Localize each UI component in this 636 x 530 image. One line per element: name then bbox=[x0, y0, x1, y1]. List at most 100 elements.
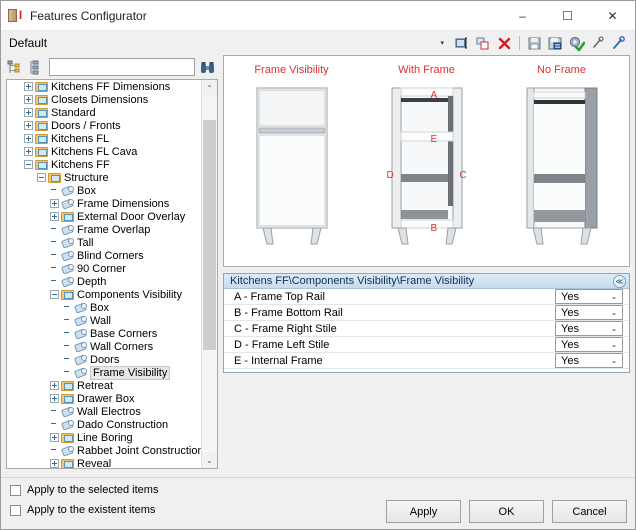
apply-selected-checkbox[interactable] bbox=[10, 484, 21, 496]
chevron-down-icon[interactable]: ⌄ bbox=[606, 324, 622, 333]
expand-icon[interactable] bbox=[50, 459, 59, 468]
tree-search-row bbox=[6, 55, 218, 79]
tree-item[interactable]: Drawer Box bbox=[7, 392, 201, 405]
property-value-dropdown[interactable]: Yes ⌄ bbox=[555, 337, 623, 352]
property-value-dropdown[interactable]: Yes ⌄ bbox=[555, 289, 623, 304]
tree-item[interactable]: Base Corners bbox=[7, 327, 201, 340]
tree-item[interactable]: External Door Overlay bbox=[7, 210, 201, 223]
scroll-up-button[interactable]: ⌃ bbox=[202, 80, 217, 96]
profile-dropdown-arrow[interactable]: ▾ bbox=[440, 39, 444, 47]
title-bar: I Features Configurator – ☐ ✕ bbox=[1, 1, 635, 31]
tree-item[interactable]: Frame Dimensions bbox=[7, 197, 201, 210]
diagram-callout-label: C bbox=[459, 170, 467, 181]
diagram-title: Frame Visibility bbox=[254, 64, 329, 76]
tree-item[interactable]: Kitchens FL bbox=[7, 132, 201, 145]
folder-icon bbox=[35, 107, 48, 118]
rename-node-icon[interactable] bbox=[454, 35, 471, 52]
tree-item[interactable]: Wall Electros bbox=[7, 405, 201, 418]
footer-bar: Apply to the selected items Apply to the… bbox=[1, 477, 635, 529]
collapse-icon[interactable] bbox=[50, 290, 59, 299]
tree-scrollbar[interactable]: ⌃ ⌄ bbox=[201, 80, 217, 468]
ok-button[interactable]: OK bbox=[469, 500, 544, 523]
tree-item[interactable]: Rabbet Joint Construction bbox=[7, 444, 201, 457]
expand-icon[interactable] bbox=[50, 199, 59, 208]
property-value-dropdown[interactable]: Yes ⌄ bbox=[555, 353, 623, 368]
tree-item[interactable]: Doors bbox=[7, 353, 201, 366]
tree-item[interactable]: Components Visibility bbox=[7, 288, 201, 301]
tree-item[interactable]: Frame Overlap bbox=[7, 223, 201, 236]
chevron-down-icon[interactable]: ⌄ bbox=[606, 308, 622, 317]
tree-item[interactable]: Retreat bbox=[7, 379, 201, 392]
diagram-callout-label: D bbox=[386, 170, 394, 181]
feature-tree[interactable]: Kitchens FF Dimensions Closets Dimensions… bbox=[6, 79, 218, 469]
collapse-group-button[interactable]: ≪ bbox=[613, 274, 626, 288]
feature-tag-icon bbox=[61, 419, 74, 430]
apply-selected-checkbox-row[interactable]: Apply to the selected items bbox=[10, 484, 158, 496]
expand-icon[interactable] bbox=[50, 381, 59, 390]
key-icon[interactable] bbox=[610, 35, 627, 52]
tree-item[interactable]: Blind Corners bbox=[7, 249, 201, 262]
tree-item[interactable]: Frame Visibility bbox=[7, 365, 201, 380]
tree-expander-spacer bbox=[50, 251, 59, 260]
chevron-down-icon[interactable]: ⌄ bbox=[606, 292, 622, 301]
property-value-dropdown[interactable]: Yes ⌄ bbox=[555, 305, 623, 320]
tree-item[interactable]: Reveal bbox=[7, 457, 201, 468]
tree-item[interactable]: Structure bbox=[7, 171, 201, 184]
chevron-down-icon[interactable]: ⌄ bbox=[606, 340, 622, 349]
delete-node-icon[interactable] bbox=[496, 35, 513, 52]
collapse-icon[interactable] bbox=[24, 160, 33, 169]
tree-item[interactable]: Box bbox=[7, 184, 201, 197]
collapse-tree-icon[interactable] bbox=[6, 59, 24, 76]
duplicate-node-icon[interactable] bbox=[475, 35, 492, 52]
tree-item[interactable]: Standard bbox=[7, 106, 201, 119]
expand-icon[interactable] bbox=[24, 147, 33, 156]
maximize-button[interactable]: ☐ bbox=[545, 1, 590, 31]
expand-icon[interactable] bbox=[50, 394, 59, 403]
tree-expander-spacer bbox=[50, 407, 59, 416]
tree-item[interactable]: 90 Corner bbox=[7, 262, 201, 275]
tree-expander-spacer bbox=[63, 316, 72, 325]
apply-existent-checkbox-row[interactable]: Apply to the existent items bbox=[10, 504, 155, 516]
scrollbar-thumb[interactable] bbox=[203, 120, 216, 350]
property-value-dropdown[interactable]: Yes ⌄ bbox=[555, 321, 623, 336]
tree-item[interactable]: Kitchens FL Cava bbox=[7, 145, 201, 158]
expand-icon[interactable] bbox=[50, 212, 59, 221]
tree-item[interactable]: Box bbox=[7, 301, 201, 314]
link-icon[interactable] bbox=[589, 35, 606, 52]
tree-item[interactable]: Depth bbox=[7, 275, 201, 288]
folder-icon bbox=[35, 81, 48, 92]
tree-item[interactable]: Closets Dimensions bbox=[7, 93, 201, 106]
collapse-icon[interactable] bbox=[37, 173, 46, 182]
tree-item[interactable]: Doors / Fronts bbox=[7, 119, 201, 132]
save-icon[interactable] bbox=[526, 35, 543, 52]
expand-icon[interactable] bbox=[24, 121, 33, 130]
expand-tree-icon[interactable] bbox=[26, 59, 44, 76]
apply-all-icon[interactable] bbox=[568, 35, 586, 52]
tree-item[interactable]: Line Boring bbox=[7, 431, 201, 444]
chevron-down-icon[interactable]: ⌄ bbox=[606, 356, 622, 365]
expand-icon[interactable] bbox=[24, 108, 33, 117]
expand-icon[interactable] bbox=[50, 433, 59, 442]
binoculars-find-icon[interactable] bbox=[198, 59, 218, 76]
tree-item[interactable]: Kitchens FF bbox=[7, 158, 201, 171]
expand-icon[interactable] bbox=[24, 95, 33, 104]
save-as-icon[interactable] bbox=[547, 35, 564, 52]
apply-button[interactable]: Apply bbox=[386, 500, 461, 523]
cancel-button[interactable]: Cancel bbox=[552, 500, 627, 523]
tree-item[interactable]: Wall bbox=[7, 314, 201, 327]
tree-expander-spacer bbox=[50, 238, 59, 247]
scroll-down-button[interactable]: ⌄ bbox=[202, 452, 217, 468]
apply-existent-checkbox[interactable] bbox=[10, 504, 21, 516]
tree-item[interactable]: Kitchens FF Dimensions bbox=[7, 80, 201, 93]
tree-item[interactable]: Dado Construction bbox=[7, 418, 201, 431]
expand-icon[interactable] bbox=[24, 134, 33, 143]
tree-item[interactable]: Tall bbox=[7, 236, 201, 249]
tree-item-label: Depth bbox=[77, 275, 107, 288]
tree-item-label: Wall Electros bbox=[77, 405, 141, 418]
tree-item[interactable]: Wall Corners bbox=[7, 340, 201, 353]
close-button[interactable]: ✕ bbox=[590, 1, 635, 31]
expand-icon[interactable] bbox=[24, 82, 33, 91]
search-input[interactable] bbox=[49, 58, 195, 76]
minimize-button[interactable]: – bbox=[500, 1, 545, 31]
profile-label: Default bbox=[9, 36, 48, 50]
